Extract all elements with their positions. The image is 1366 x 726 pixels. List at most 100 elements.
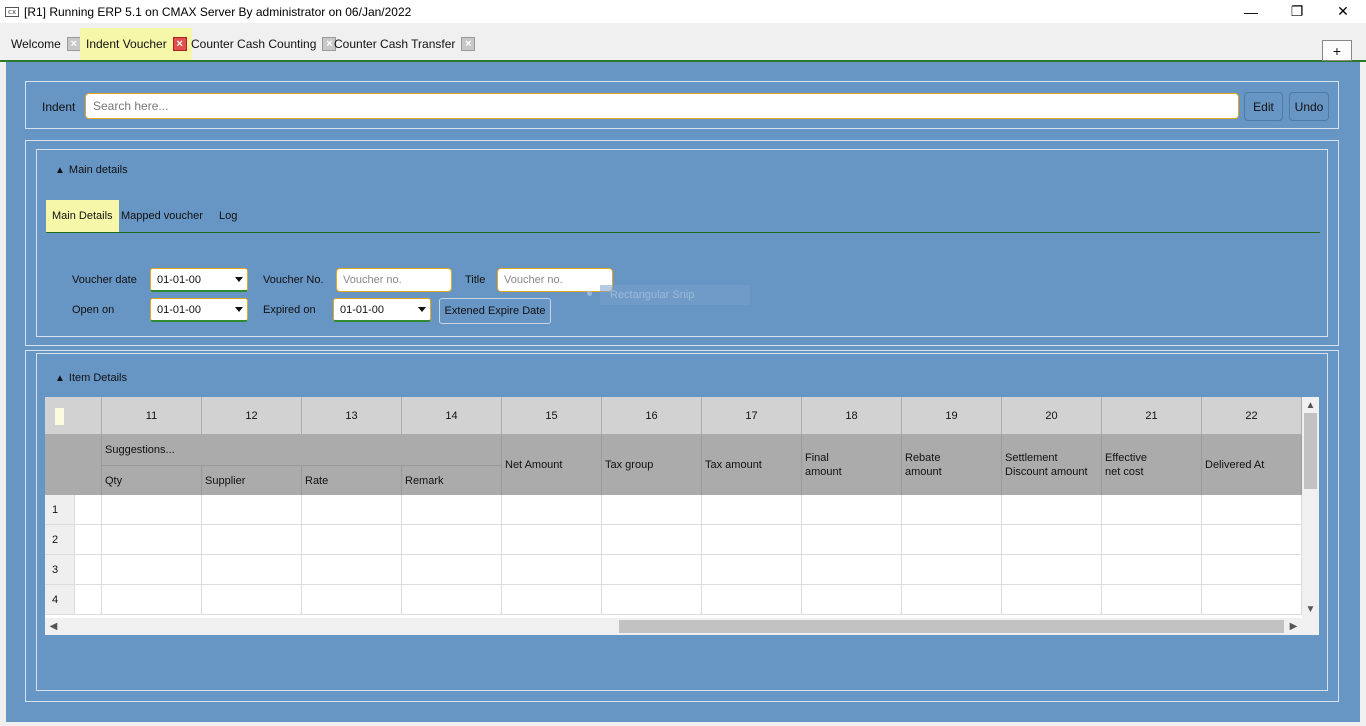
table-cell[interactable] xyxy=(702,495,802,525)
minimize-button[interactable]: — xyxy=(1228,0,1274,23)
column-number-header[interactable]: 15 xyxy=(502,397,602,435)
row-number[interactable]: 1 xyxy=(45,495,75,525)
column-header[interactable]: Tax group xyxy=(602,435,702,495)
table-cell[interactable] xyxy=(802,555,902,585)
column-number-header[interactable]: 14 xyxy=(402,397,502,435)
table-cell[interactable] xyxy=(202,555,302,585)
undo-button[interactable]: Undo xyxy=(1289,92,1329,121)
table-cell[interactable] xyxy=(802,525,902,555)
column-number-header[interactable]: 12 xyxy=(202,397,302,435)
table-cell[interactable] xyxy=(75,495,102,525)
close-window-button[interactable]: ✕ xyxy=(1320,0,1366,23)
table-cell[interactable] xyxy=(75,525,102,555)
table-cell[interactable] xyxy=(1002,525,1102,555)
grid-corner-cell[interactable] xyxy=(45,397,102,435)
main-details-header[interactable]: ▲ Main details xyxy=(55,164,128,176)
edit-button[interactable]: Edit xyxy=(1244,92,1283,121)
column-number-header[interactable]: 20 xyxy=(1002,397,1102,435)
column-header[interactable]: Settlement Discount amount xyxy=(1002,435,1102,495)
table-cell[interactable] xyxy=(1102,525,1202,555)
title-input[interactable] xyxy=(497,268,613,292)
table-cell[interactable] xyxy=(402,555,502,585)
dropdown-arrow-icon[interactable] xyxy=(235,277,243,282)
horizontal-scroll-thumb[interactable] xyxy=(619,620,1284,633)
column-number-header[interactable]: 18 xyxy=(802,397,902,435)
tab-counter-cash-counting[interactable]: Counter Cash Counting × xyxy=(185,28,341,60)
table-cell[interactable] xyxy=(902,555,1002,585)
column-number-header[interactable]: 11 xyxy=(102,397,202,435)
scroll-right-icon[interactable]: ▶ xyxy=(1285,618,1302,635)
table-cell[interactable] xyxy=(402,525,502,555)
column-header[interactable]: Rebate amount xyxy=(902,435,1002,495)
table-cell[interactable] xyxy=(702,525,802,555)
subtab-main-details[interactable]: Main Details xyxy=(46,200,119,232)
item-details-header[interactable]: ▲ Item Details xyxy=(55,372,127,384)
column-sub-header[interactable]: Qty xyxy=(102,465,202,495)
table-cell[interactable] xyxy=(1202,555,1302,585)
extend-expire-date-button[interactable]: Extened Expire Date xyxy=(439,298,551,324)
column-sub-header[interactable]: Remark xyxy=(402,465,502,495)
column-sub-header[interactable]: Rate xyxy=(302,465,402,495)
table-cell[interactable] xyxy=(902,495,1002,525)
column-number-header[interactable]: 17 xyxy=(702,397,802,435)
row-number[interactable]: 3 xyxy=(45,555,75,585)
table-cell[interactable] xyxy=(402,495,502,525)
table-cell[interactable] xyxy=(502,555,602,585)
open-on-date-picker[interactable]: 01-01-00 xyxy=(150,298,248,322)
subtab-log[interactable]: Log xyxy=(213,200,243,232)
table-cell[interactable] xyxy=(1002,555,1102,585)
restore-button[interactable]: ❐ xyxy=(1274,0,1320,23)
table-cell[interactable] xyxy=(302,585,402,615)
table-cell[interactable] xyxy=(202,525,302,555)
scroll-up-icon[interactable]: ▲ xyxy=(1302,397,1319,414)
table-cell[interactable] xyxy=(1102,555,1202,585)
table-cell[interactable] xyxy=(802,585,902,615)
table-cell[interactable] xyxy=(602,555,702,585)
table-cell[interactable] xyxy=(202,585,302,615)
table-cell[interactable] xyxy=(302,495,402,525)
table-cell[interactable] xyxy=(1002,585,1102,615)
scroll-down-icon[interactable]: ▼ xyxy=(1302,601,1319,618)
table-cell[interactable] xyxy=(702,585,802,615)
column-number-header[interactable]: 13 xyxy=(302,397,402,435)
table-cell[interactable] xyxy=(802,495,902,525)
dropdown-arrow-icon[interactable] xyxy=(235,307,243,312)
table-cell[interactable] xyxy=(702,555,802,585)
new-tab-button[interactable]: + xyxy=(1322,40,1352,61)
table-cell[interactable] xyxy=(902,585,1002,615)
row-number[interactable]: 4 xyxy=(45,585,75,615)
column-header[interactable]: Net Amount xyxy=(502,435,602,495)
table-cell[interactable] xyxy=(202,495,302,525)
tab-welcome[interactable]: Welcome × xyxy=(5,28,86,60)
expired-on-date-picker[interactable]: 01-01-00 xyxy=(333,298,431,322)
table-cell[interactable] xyxy=(75,555,102,585)
table-cell[interactable] xyxy=(102,555,202,585)
table-cell[interactable] xyxy=(75,585,102,615)
table-cell[interactable] xyxy=(602,585,702,615)
table-cell[interactable] xyxy=(602,495,702,525)
column-header[interactable]: Final amount xyxy=(802,435,902,495)
table-cell[interactable] xyxy=(302,555,402,585)
table-cell[interactable] xyxy=(102,585,202,615)
table-cell[interactable] xyxy=(102,525,202,555)
table-cell[interactable] xyxy=(1202,585,1302,615)
column-header[interactable]: Tax amount xyxy=(702,435,802,495)
vertical-scroll-thumb[interactable] xyxy=(1304,413,1317,489)
column-number-header[interactable]: 21 xyxy=(1102,397,1202,435)
table-cell[interactable] xyxy=(402,585,502,615)
tab-counter-cash-transfer[interactable]: Counter Cash Transfer × xyxy=(328,28,480,60)
row-number[interactable]: 2 xyxy=(45,525,75,555)
table-cell[interactable] xyxy=(1202,525,1302,555)
vertical-scrollbar[interactable]: ▲ ▼ xyxy=(1302,397,1319,618)
table-cell[interactable] xyxy=(1002,495,1102,525)
table-cell[interactable] xyxy=(502,495,602,525)
table-cell[interactable] xyxy=(302,525,402,555)
table-cell[interactable] xyxy=(102,495,202,525)
table-cell[interactable] xyxy=(502,525,602,555)
voucher-date-picker[interactable]: 01-01-00 xyxy=(150,268,248,292)
table-cell[interactable] xyxy=(602,525,702,555)
horizontal-scrollbar[interactable]: ◀ ▶ xyxy=(45,618,1319,635)
column-sub-header[interactable]: Supplier xyxy=(202,465,302,495)
select-all-box[interactable] xyxy=(55,408,64,425)
table-cell[interactable] xyxy=(1202,495,1302,525)
